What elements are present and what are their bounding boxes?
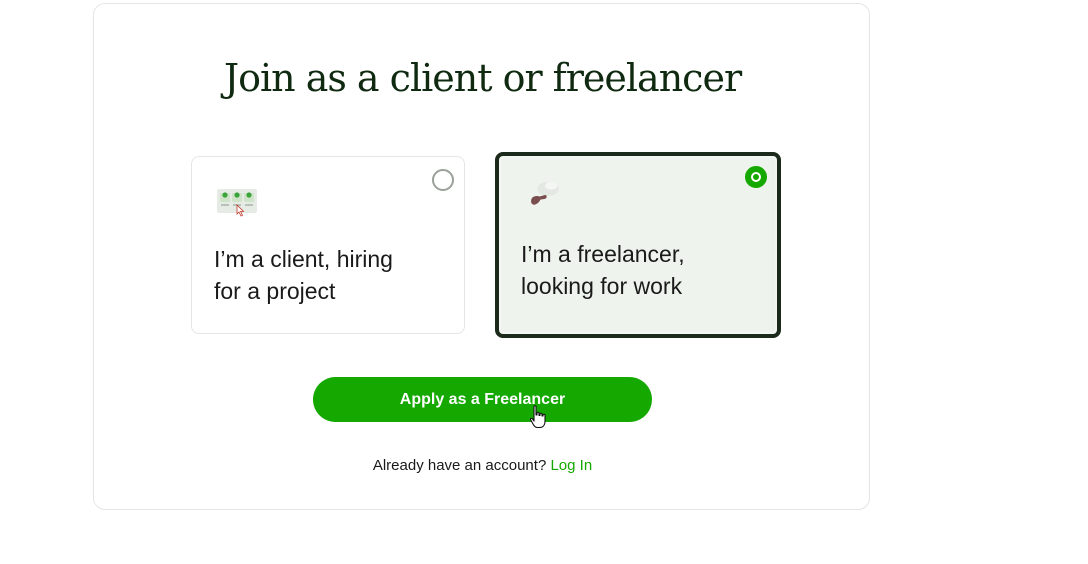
client-option-card[interactable]: I’m a client, hiring for a project bbox=[191, 156, 465, 334]
login-prompt-line: Already have an account? Log In bbox=[94, 457, 871, 474]
client-option-label: I’m a client, hiring for a project bbox=[214, 246, 393, 304]
page-title: Join as a client or freelancer bbox=[223, 56, 742, 100]
freelancer-radio-button[interactable] bbox=[745, 166, 767, 188]
freelancer-option-label: I’m a freelancer, looking for work bbox=[521, 241, 685, 299]
apply-as-freelancer-button[interactable]: Apply as a Freelancer bbox=[313, 377, 652, 422]
client-radio-button[interactable] bbox=[432, 169, 454, 191]
signup-type-card: Join as a client or freelancer I’m a cli… bbox=[93, 3, 870, 510]
login-prompt-text: Already have an account? bbox=[372, 457, 547, 474]
client-hiring-icon bbox=[217, 189, 257, 217]
freelancer-icon bbox=[531, 181, 559, 205]
freelancer-option-card[interactable]: I’m a freelancer, looking for work bbox=[495, 152, 781, 338]
log-in-link[interactable]: Log In bbox=[550, 457, 592, 474]
